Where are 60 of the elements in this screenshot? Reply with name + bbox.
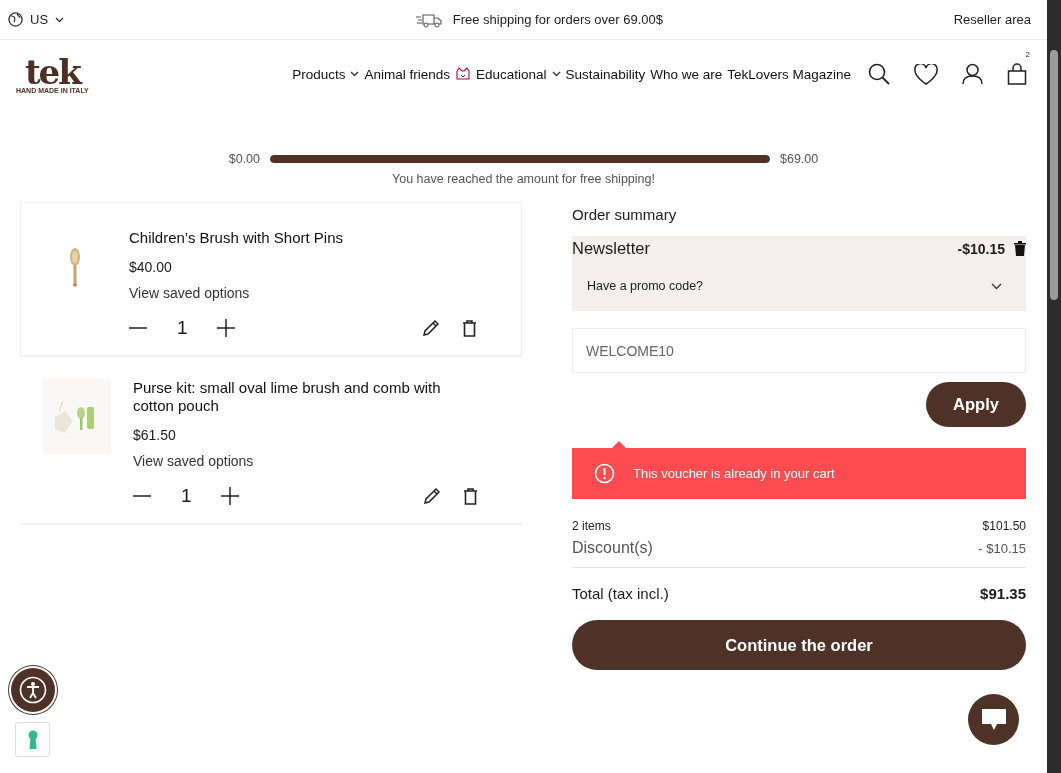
- plus-icon[interactable]: [217, 319, 235, 337]
- nav-link[interactable]: Educational: [476, 66, 547, 82]
- discount-label: Discount(s): [572, 539, 653, 557]
- voucher-name: Newsletter: [572, 239, 651, 258]
- shopping-bag-icon[interactable]: [1007, 63, 1027, 85]
- truck-icon: [414, 11, 443, 28]
- summary-title: Order summary: [572, 206, 678, 223]
- heart-icon[interactable]: [914, 63, 938, 85]
- trash-icon[interactable]: [1014, 241, 1026, 256]
- voucher-amount: -$10.15: [957, 240, 1005, 257]
- nav-link[interactable]: Products: [292, 66, 346, 82]
- quantity-value: 1: [181, 485, 191, 507]
- plus-icon[interactable]: [221, 487, 239, 505]
- shipping-notice: Free shipping for orders over 69.00$: [452, 12, 663, 27]
- chat-button[interactable]: [968, 694, 1019, 745]
- chevron-down-icon[interactable]: [350, 71, 360, 77]
- product-price: $40.00: [129, 259, 173, 275]
- region-selector[interactable]: US: [30, 12, 49, 27]
- product-price: $61.50: [133, 427, 177, 443]
- cart-count-badge: 2: [1022, 49, 1033, 60]
- progress-max-label: $69.00: [780, 152, 819, 166]
- user-icon[interactable]: [962, 63, 983, 85]
- globe-icon: [8, 12, 23, 27]
- nav-link[interactable]: Who we are: [650, 66, 723, 82]
- items-total: $101.50: [982, 519, 1026, 533]
- apply-button[interactable]: Apply: [926, 382, 1026, 427]
- reseller-link[interactable]: Reseller area: [953, 12, 1031, 27]
- search-icon[interactable]: [868, 63, 890, 85]
- pencil-icon[interactable]: [422, 319, 440, 337]
- error-message: This voucher is already in your cart: [633, 466, 835, 481]
- pencil-icon[interactable]: [423, 487, 441, 505]
- cat-icon: [455, 67, 472, 81]
- chevron-down-icon: [991, 282, 1002, 290]
- keyhole-icon: [27, 729, 38, 750]
- continue-button[interactable]: Continue the order: [572, 620, 1026, 670]
- chevron-down-icon[interactable]: [551, 71, 561, 77]
- progress-min-label: $0.00: [228, 152, 260, 166]
- nav-link[interactable]: Animal friends: [364, 66, 451, 82]
- product-name[interactable]: Purse kit: small oval lime brush and comb with cotton pouch: [133, 379, 478, 415]
- progress-message: You have reached the amount for free shipping!: [392, 172, 655, 186]
- accessibility-button[interactable]: [11, 668, 55, 712]
- items-count: 2 items: [572, 519, 611, 533]
- trash-icon[interactable]: [463, 487, 478, 505]
- promo-code-input[interactable]: WELCOME10: [572, 328, 1026, 373]
- trash-icon[interactable]: [462, 319, 477, 337]
- chat-bubble-icon: [980, 707, 1007, 732]
- quantity-value: 1: [177, 317, 187, 339]
- discount-value: - $10.15: [978, 540, 1026, 556]
- total-value: $91.35: [980, 585, 1026, 602]
- nav-link[interactable]: Sustainability: [565, 66, 646, 82]
- scrollbar[interactable]: [1047, 0, 1061, 773]
- accessibility-icon: [19, 676, 47, 704]
- nav-link[interactable]: TekLovers Magazine: [727, 66, 851, 82]
- total-label: Total (tax incl.): [572, 585, 669, 602]
- product-name[interactable]: Children’s Brush with Short Pins: [129, 229, 477, 247]
- view-options-link[interactable]: View saved options: [133, 453, 478, 469]
- view-options-link[interactable]: View saved options: [129, 285, 477, 301]
- promo-code-toggle[interactable]: Have a promo code?: [572, 261, 1026, 311]
- warning-icon: [594, 463, 615, 484]
- chevron-down-icon[interactable]: [55, 16, 65, 23]
